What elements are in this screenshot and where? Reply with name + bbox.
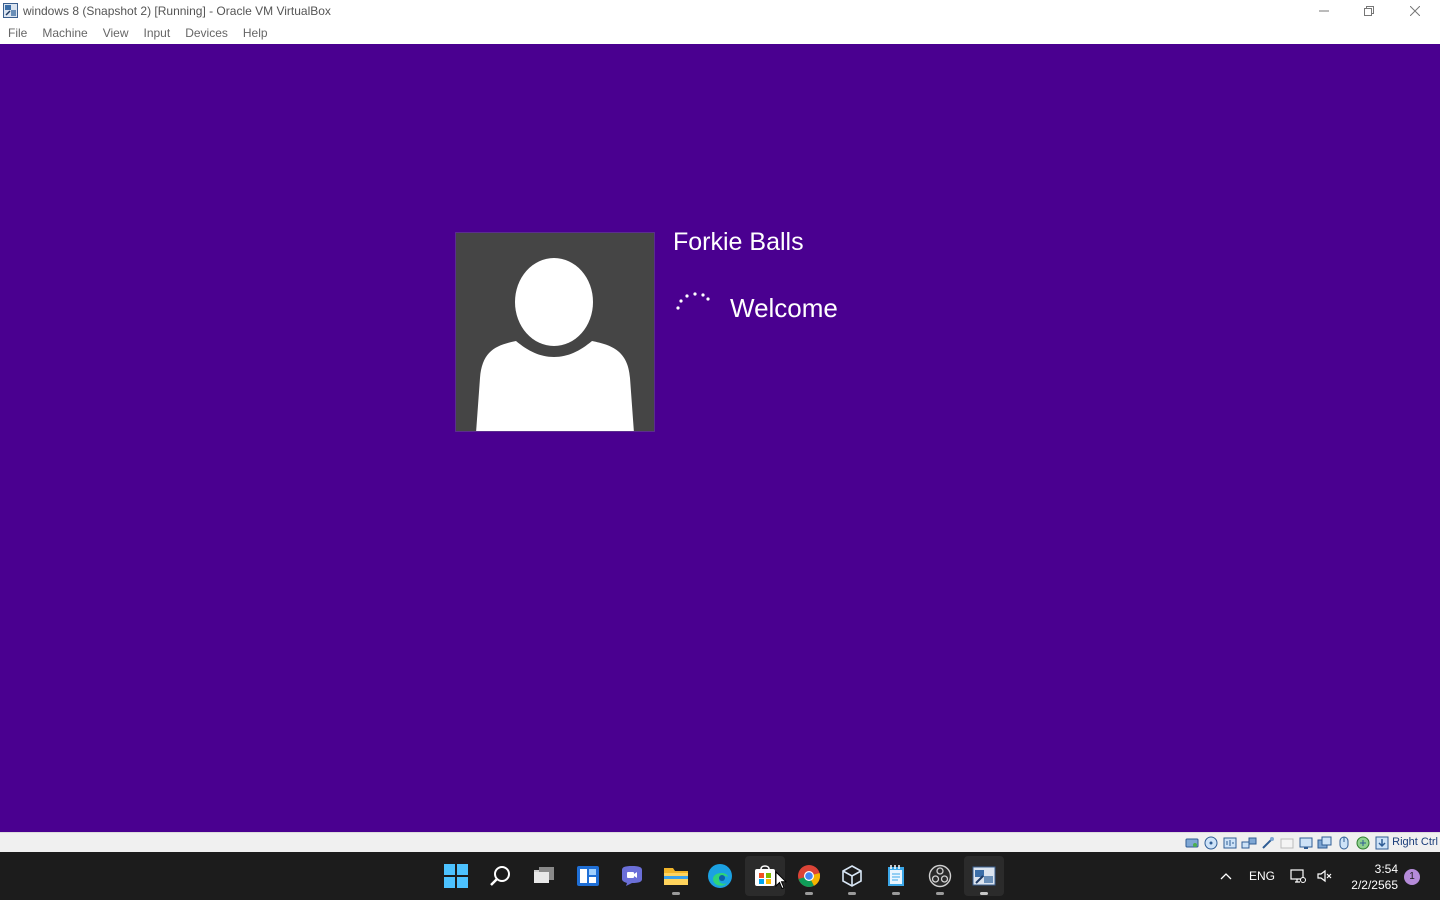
menu-machine[interactable]: Machine <box>36 26 93 40</box>
taskbar-start[interactable] <box>436 856 476 896</box>
vm-display[interactable]: Forkie Balls Welcome <box>0 44 1440 832</box>
host-key-label[interactable]: Right Ctrl <box>1392 836 1438 848</box>
cpu-icon[interactable] <box>1355 835 1371 851</box>
network-status-icon[interactable] <box>1290 868 1306 884</box>
close-button[interactable] <box>1392 0 1438 22</box>
taskbar-search[interactable] <box>480 856 520 896</box>
taskbar-file-explorer[interactable] <box>656 856 696 896</box>
language-indicator[interactable]: ENG <box>1249 869 1275 883</box>
windows-start-icon <box>444 864 468 888</box>
edge-icon <box>708 864 732 888</box>
close-icon <box>1410 6 1420 16</box>
taskbar-task-view[interactable] <box>524 856 564 896</box>
chevron-up-icon[interactable] <box>1220 871 1232 881</box>
user-name: Forkie Balls <box>673 228 804 256</box>
windows-taskbar: ENG 3:54 2/2/2565 1 <box>0 852 1440 900</box>
taskbar-widgets[interactable] <box>568 856 608 896</box>
user-silhouette-icon <box>476 258 634 431</box>
keyboard-capture-icon[interactable] <box>1374 835 1390 851</box>
loading-spinner-icon <box>676 292 710 310</box>
restore-button[interactable] <box>1346 0 1392 22</box>
title-bar: windows 8 (Snapshot 2) [Running] - Oracl… <box>0 0 1440 22</box>
vm-window-icon <box>972 866 996 886</box>
chrome-icon <box>798 865 821 887</box>
network-icon[interactable] <box>1241 835 1257 851</box>
taskbar-edge[interactable] <box>700 856 740 896</box>
running-indicator <box>892 892 900 895</box>
volume-muted-icon[interactable] <box>1316 868 1332 884</box>
running-indicator <box>936 892 944 895</box>
running-indicator <box>805 892 813 895</box>
virtualbox-icon <box>842 865 862 887</box>
optical-drive-icon[interactable] <box>1203 835 1219 851</box>
taskbar-chat[interactable] <box>612 856 652 896</box>
running-indicator <box>848 892 856 895</box>
notepad-icon <box>888 865 904 886</box>
usb-icon[interactable] <box>1260 835 1276 851</box>
vbox-status-bar: Right Ctrl <box>0 832 1440 852</box>
system-clock[interactable]: 3:54 2/2/2565 <box>1351 861 1398 893</box>
running-indicator <box>672 892 680 895</box>
taskbar-obs[interactable] <box>920 856 960 896</box>
mouse-integration-icon[interactable] <box>1336 835 1352 851</box>
taskbar-vm-window[interactable] <box>964 856 1004 896</box>
taskbar-virtualbox[interactable] <box>832 856 872 896</box>
video-capture-icon[interactable] <box>1317 835 1333 851</box>
audio-icon[interactable] <box>1222 835 1238 851</box>
hard-disk-icon[interactable] <box>1184 835 1200 851</box>
menu-bar: File Machine View Input Devices Help <box>0 22 1440 44</box>
virtualbox-icon <box>3 3 18 18</box>
user-avatar <box>455 232 655 432</box>
restore-icon <box>1364 6 1374 16</box>
clock-date: 2/2/2565 <box>1351 878 1398 892</box>
welcome-status: Welcome <box>730 293 838 323</box>
display-icon[interactable] <box>1298 835 1314 851</box>
search-icon <box>490 866 510 886</box>
widgets-icon <box>577 866 599 886</box>
menu-input[interactable]: Input <box>138 26 177 40</box>
folder-icon <box>664 868 688 885</box>
taskbar-notepad[interactable] <box>876 856 916 896</box>
window-title: windows 8 (Snapshot 2) [Running] - Oracl… <box>23 4 331 18</box>
menu-file[interactable]: File <box>2 26 33 40</box>
task-view-icon <box>534 867 554 883</box>
minimize-icon <box>1319 10 1329 12</box>
teams-chat-icon <box>622 866 642 886</box>
clock-time: 3:54 <box>1374 862 1398 876</box>
menu-devices[interactable]: Devices <box>179 26 234 40</box>
taskbar-chrome[interactable] <box>789 856 829 896</box>
notification-badge[interactable]: 1 <box>1404 869 1420 885</box>
menu-view[interactable]: View <box>97 26 135 40</box>
minimize-button[interactable] <box>1301 0 1347 22</box>
running-indicator <box>980 892 988 895</box>
shared-folders-icon[interactable] <box>1279 835 1295 851</box>
obs-icon <box>928 864 952 888</box>
menu-help[interactable]: Help <box>237 26 274 40</box>
mouse-cursor-icon <box>775 871 787 890</box>
store-icon <box>755 865 775 886</box>
